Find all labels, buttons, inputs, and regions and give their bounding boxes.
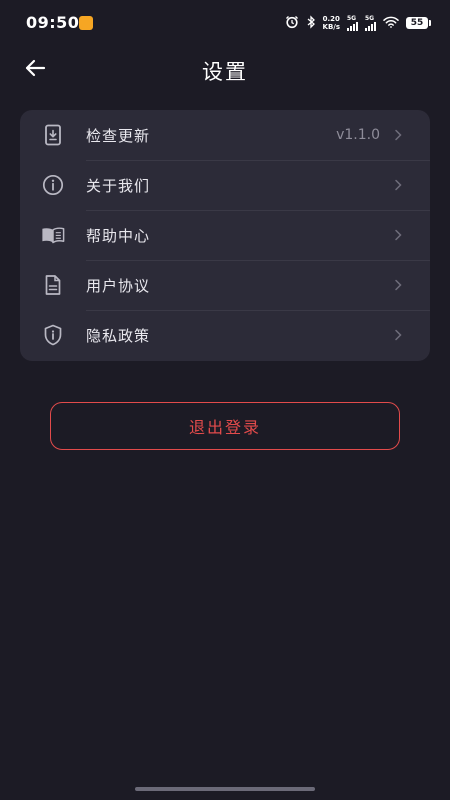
network-speed: 0.20 KB/s	[323, 15, 340, 31]
settings-item-label: 关于我们	[86, 176, 151, 195]
settings-item-help-center[interactable]: 帮助中心	[20, 210, 430, 260]
settings-item-check-update[interactable]: 检查更新 v1.1.0	[20, 110, 430, 160]
bluetooth-icon	[306, 15, 316, 31]
chevron-right-icon	[394, 229, 404, 241]
status-time: 09:50	[26, 13, 80, 32]
header: 设置	[0, 46, 450, 94]
status-bar: 09:50 0.20 KB/s 5G 5G 55	[0, 0, 450, 46]
signal-bars-icon	[347, 21, 358, 31]
book-icon	[41, 223, 65, 247]
app-notification-icon	[79, 16, 93, 30]
cellular-signal-1: 5G	[347, 15, 358, 31]
update-icon	[41, 123, 65, 147]
chevron-right-icon	[394, 129, 404, 141]
cellular-signal-2: 5G	[365, 15, 376, 31]
network-speed-value: 0.20	[322, 15, 340, 23]
settings-item-label: 隐私政策	[86, 326, 151, 345]
info-icon	[41, 173, 65, 197]
chevron-right-icon	[394, 329, 404, 341]
settings-item-label: 帮助中心	[86, 226, 151, 245]
settings-item-privacy-policy[interactable]: 隐私政策	[20, 310, 430, 360]
network-speed-unit: KB/s	[322, 23, 340, 31]
settings-item-user-agreement[interactable]: 用户协议	[20, 260, 430, 310]
chevron-right-icon	[394, 179, 404, 191]
page-title: 设置	[202, 60, 248, 84]
shield-icon	[41, 323, 65, 347]
signal-bars-icon	[365, 21, 376, 31]
home-indicator[interactable]	[135, 787, 315, 791]
settings-item-about-us[interactable]: 关于我们	[20, 160, 430, 210]
settings-item-label: 检查更新	[86, 126, 151, 145]
wifi-icon	[383, 16, 399, 30]
chevron-right-icon	[394, 279, 404, 291]
settings-list: 检查更新 v1.1.0 关于我们 帮助中心 用户协议 隐私政策	[20, 110, 430, 361]
alarm-icon	[285, 15, 299, 31]
status-indicators: 0.20 KB/s 5G 5G 55	[285, 13, 431, 33]
battery-icon: 55	[406, 17, 431, 29]
version-value: v1.1.0	[336, 127, 380, 143]
document-icon	[41, 273, 65, 297]
settings-item-label: 用户协议	[86, 276, 151, 295]
logout-button[interactable]: 退出登录	[50, 402, 400, 450]
